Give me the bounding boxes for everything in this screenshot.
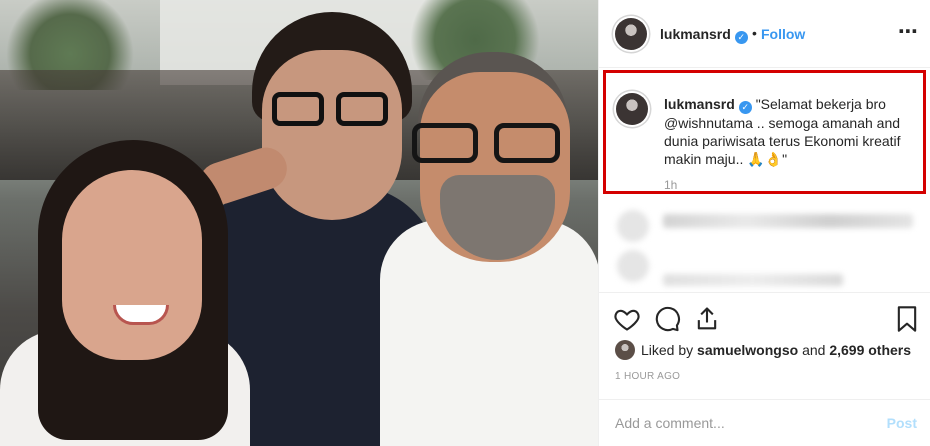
likes-summary: Liked by samuelwongso and 2,699 others (615, 340, 911, 362)
heart-icon[interactable] (613, 305, 641, 333)
share-icon[interactable] (693, 305, 721, 333)
likes-count-link[interactable]: 2,699 others (829, 342, 911, 358)
person-left-face (62, 170, 202, 360)
post-button[interactable]: Post (887, 415, 917, 431)
person-middle-face (262, 50, 402, 220)
caption-emoji: 🙏👌 (747, 151, 783, 167)
bookmark-icon[interactable] (893, 305, 921, 333)
more-options-icon[interactable]: ⋯ (898, 19, 919, 44)
comment-icon[interactable] (653, 305, 681, 333)
person-right-glasses (412, 123, 572, 167)
post-photo[interactable] (0, 0, 598, 446)
header-separator: • (752, 25, 757, 41)
likes-user-link[interactable]: samuelwongso (697, 342, 798, 358)
verified-badge-icon: ✓ (738, 101, 752, 114)
avatar[interactable] (615, 18, 647, 50)
avatar[interactable] (616, 93, 648, 125)
post-sidebar: lukmansrd ✓ • Follow ⋯ lukmansrd ✓ "Selama… (598, 0, 930, 446)
comment-bar: Add a comment... Post (599, 399, 930, 446)
caption-time[interactable]: 1h (664, 178, 677, 192)
post-header: lukmansrd ✓ • Follow ⋯ (599, 0, 930, 68)
caption-highlight: lukmansrd ✓ "Selamat bekerja bro @wishnut… (603, 70, 926, 194)
avatar[interactable] (615, 340, 635, 360)
follow-button[interactable]: Follow (761, 26, 805, 42)
comment-input[interactable]: Add a comment... (615, 415, 725, 431)
likes-prefix: Liked by (641, 342, 694, 358)
caption-username[interactable]: lukmansrd (664, 96, 735, 112)
person-middle-glasses (272, 92, 392, 128)
caption-quote-end: " (782, 151, 788, 167)
caption: lukmansrd ✓ "Selamat bekerja bro @wishnut… (664, 95, 919, 168)
verified-badge-icon: ✓ (734, 31, 748, 44)
header-username[interactable]: lukmansrd ✓ (660, 26, 748, 44)
likes-and: and (802, 342, 826, 358)
header-username-text[interactable]: lukmansrd (660, 26, 731, 42)
post-timestamp[interactable]: 1 HOUR AGO (615, 371, 680, 382)
action-bar (599, 292, 930, 344)
